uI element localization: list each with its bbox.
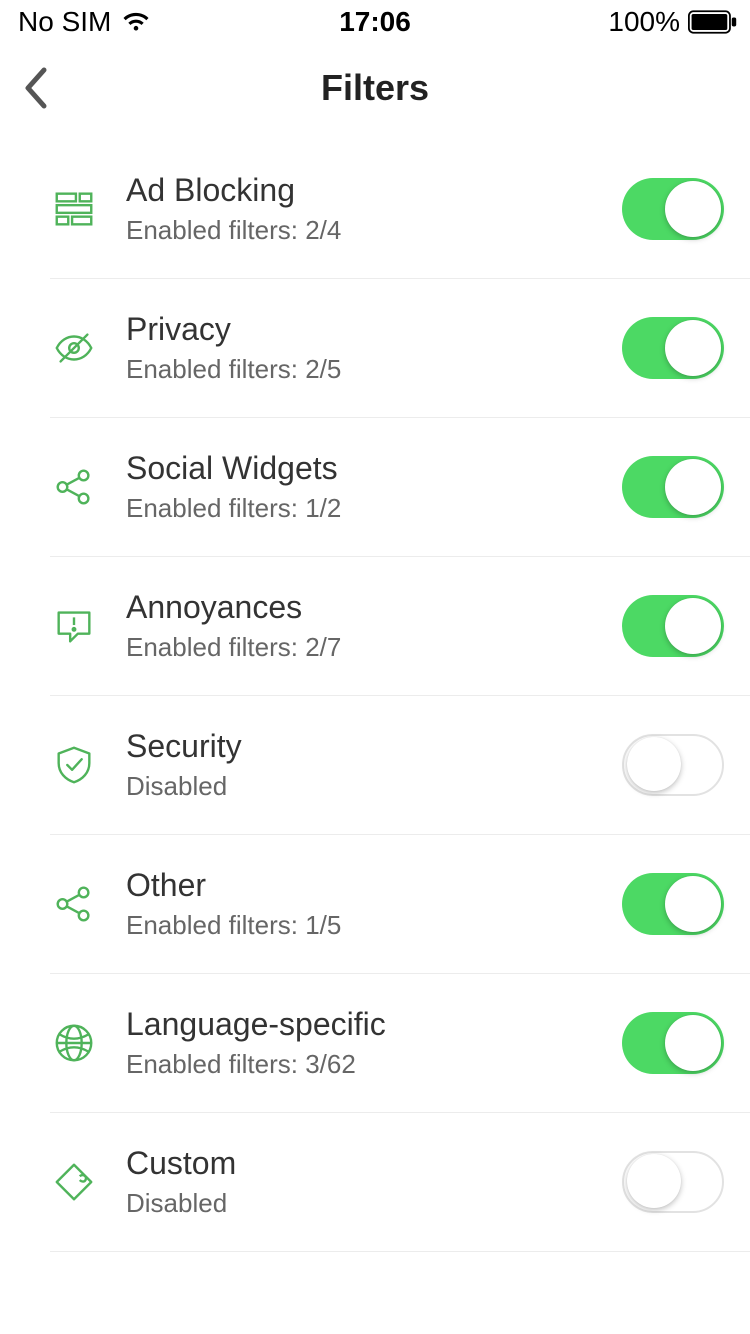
wifi-icon bbox=[121, 11, 151, 33]
toggle-other[interactable] bbox=[622, 873, 724, 935]
chevron-left-icon bbox=[24, 66, 48, 110]
filter-subtitle: Enabled filters: 3/62 bbox=[126, 1049, 622, 1080]
filter-texts: Privacy Enabled filters: 2/5 bbox=[126, 311, 622, 385]
filter-row-social[interactable]: Social Widgets Enabled filters: 1/2 bbox=[50, 418, 750, 557]
battery-icon bbox=[688, 10, 738, 34]
filter-texts: Other Enabled filters: 1/5 bbox=[126, 867, 622, 941]
toggle-language[interactable] bbox=[622, 1012, 724, 1074]
filter-title: Security bbox=[126, 728, 622, 765]
globe-icon bbox=[50, 1019, 98, 1067]
filter-texts: Language-specific Enabled filters: 3/62 bbox=[126, 1006, 622, 1080]
filter-subtitle: Disabled bbox=[126, 771, 622, 802]
filter-title: Ad Blocking bbox=[126, 172, 622, 209]
filter-texts: Security Disabled bbox=[126, 728, 622, 802]
eye-off-icon bbox=[50, 324, 98, 372]
filter-subtitle: Enabled filters: 1/2 bbox=[126, 493, 622, 524]
shield-icon bbox=[50, 741, 98, 789]
filter-subtitle: Enabled filters: 2/4 bbox=[126, 215, 622, 246]
status-bar: No SIM 17:06 100% bbox=[0, 0, 750, 44]
filter-subtitle: Enabled filters: 2/5 bbox=[126, 354, 622, 385]
filter-texts: Annoyances Enabled filters: 2/7 bbox=[126, 589, 622, 663]
filter-subtitle: Disabled bbox=[126, 1188, 622, 1219]
nav-header: Filters bbox=[0, 44, 750, 132]
filter-title: Language-specific bbox=[126, 1006, 622, 1043]
toggle-custom[interactable] bbox=[622, 1151, 724, 1213]
filter-texts: Ad Blocking Enabled filters: 2/4 bbox=[126, 172, 622, 246]
carrier-text: No SIM bbox=[18, 6, 111, 38]
ads-icon bbox=[50, 185, 98, 233]
annoyance-icon bbox=[50, 602, 98, 650]
puzzle-icon bbox=[50, 1158, 98, 1206]
toggle-annoyances[interactable] bbox=[622, 595, 724, 657]
toggle-social[interactable] bbox=[622, 456, 724, 518]
filter-title: Annoyances bbox=[126, 589, 622, 626]
back-button[interactable] bbox=[14, 58, 58, 118]
filter-subtitle: Enabled filters: 2/7 bbox=[126, 632, 622, 663]
toggle-security[interactable] bbox=[622, 734, 724, 796]
toggle-privacy[interactable] bbox=[622, 317, 724, 379]
filter-title: Privacy bbox=[126, 311, 622, 348]
share-icon bbox=[50, 463, 98, 511]
filter-title: Social Widgets bbox=[126, 450, 622, 487]
filter-title: Other bbox=[126, 867, 622, 904]
filter-row-custom[interactable]: Custom Disabled bbox=[50, 1113, 750, 1252]
filter-texts: Social Widgets Enabled filters: 1/2 bbox=[126, 450, 622, 524]
filter-texts: Custom Disabled bbox=[126, 1145, 622, 1219]
filter-row-other[interactable]: Other Enabled filters: 1/5 bbox=[50, 835, 750, 974]
filter-row-security[interactable]: Security Disabled bbox=[50, 696, 750, 835]
filter-row-annoyances[interactable]: Annoyances Enabled filters: 2/7 bbox=[50, 557, 750, 696]
filter-row-privacy[interactable]: Privacy Enabled filters: 2/5 bbox=[50, 279, 750, 418]
status-right: 100% bbox=[608, 6, 738, 38]
battery-text: 100% bbox=[608, 6, 680, 38]
share-icon bbox=[50, 880, 98, 928]
filter-row-ad-blocking[interactable]: Ad Blocking Enabled filters: 2/4 bbox=[50, 140, 750, 279]
toggle-ad-blocking[interactable] bbox=[622, 178, 724, 240]
filters-list: Ad Blocking Enabled filters: 2/4 Privacy… bbox=[0, 132, 750, 1334]
filter-title: Custom bbox=[126, 1145, 622, 1182]
status-left: No SIM bbox=[18, 6, 151, 38]
page-title: Filters bbox=[321, 67, 429, 109]
filter-subtitle: Enabled filters: 1/5 bbox=[126, 910, 622, 941]
filter-row-language[interactable]: Language-specific Enabled filters: 3/62 bbox=[50, 974, 750, 1113]
